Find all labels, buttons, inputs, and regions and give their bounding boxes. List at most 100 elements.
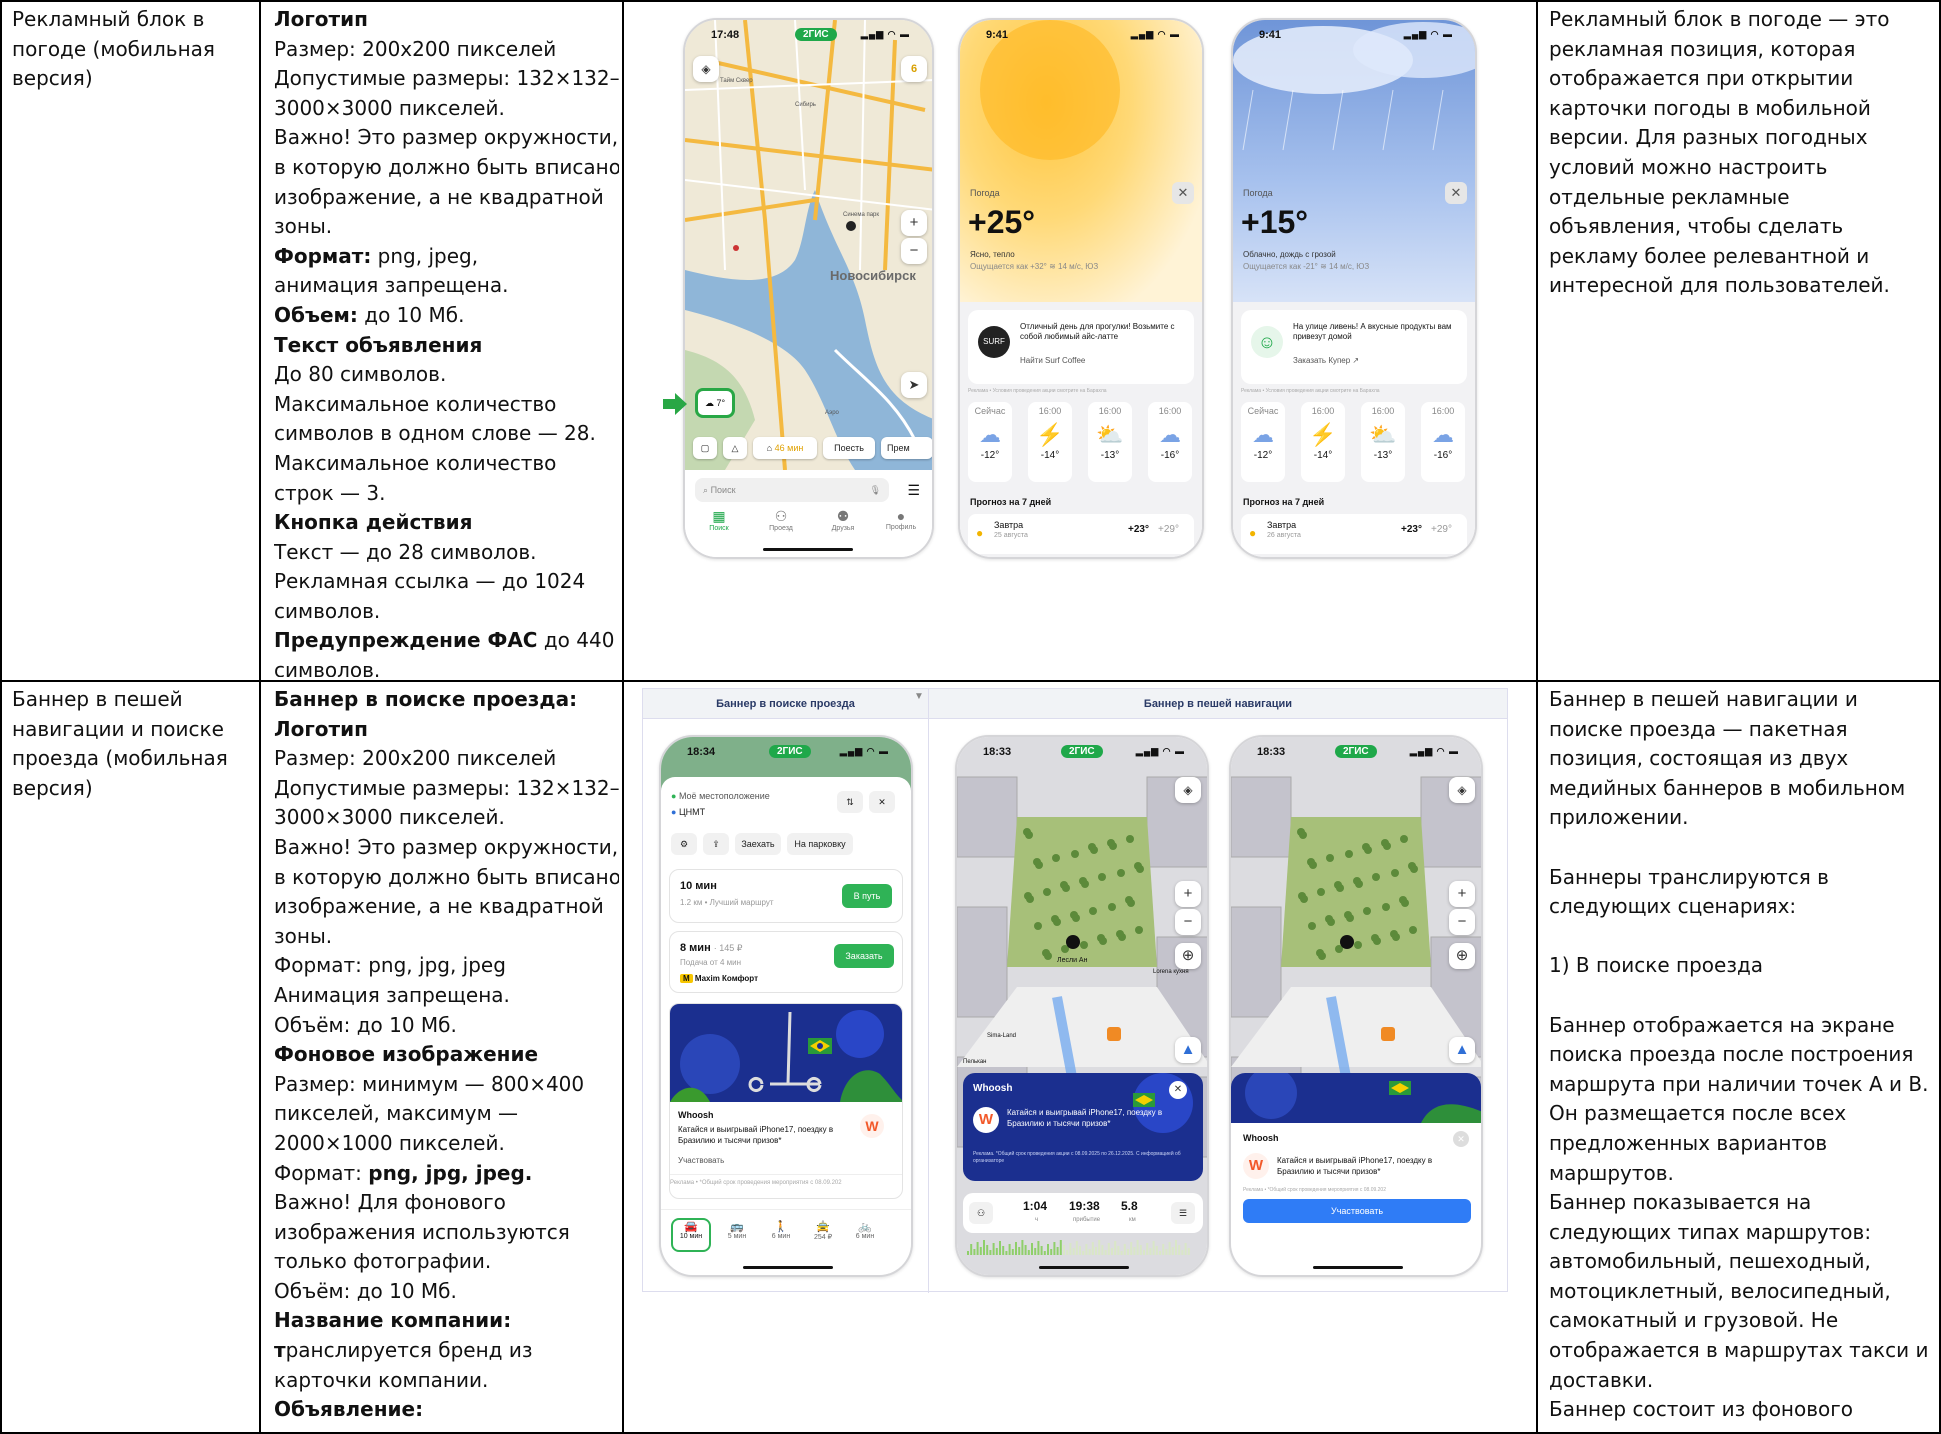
weather-ad-card[interactable]: ☺ На улице ливень! А вкусные продукты вам…	[1241, 310, 1467, 384]
zoom-in-button[interactable]: +	[1449, 881, 1475, 907]
mode-taxi[interactable]: 🚖 254 ₽	[803, 1220, 843, 1241]
weather-chip[interactable]: ☁ 7°	[695, 388, 735, 418]
close-icon[interactable]: ✕	[1169, 1081, 1187, 1099]
requirement-text: До 80 символов.	[274, 362, 447, 387]
target-icon[interactable]: ⊕	[1449, 943, 1475, 969]
weather-body: ☺ На улице ливень! А вкусные продукты вам…	[1233, 302, 1475, 557]
parking-chip[interactable]: На парковку	[787, 833, 853, 855]
zoom-out-button[interactable]: −	[901, 238, 927, 264]
row2-desc-line: Баннер отображается на экране	[1549, 1012, 1895, 1037]
route-ad-banner[interactable]: Whoosh Катайся и выигрывай iPhone17, пое…	[669, 1003, 903, 1199]
status-bar: 18:33 2ГИС ▂▄▆ ◠ ▬	[957, 737, 1207, 763]
tab-search[interactable]: ▦ Поиск	[699, 508, 739, 532]
zoom-out-button[interactable]: −	[1175, 909, 1201, 935]
menu-icon[interactable]: ☰	[907, 482, 920, 499]
more-chip[interactable]: Прем	[881, 437, 932, 459]
mode-car[interactable]: 🚘 10 мин	[671, 1218, 711, 1252]
compass-icon[interactable]: ▲	[1175, 1037, 1201, 1063]
ad-action-link[interactable]: Участвовать	[678, 1156, 724, 1165]
signal-icon: ▂▄▆ ◠ ▬	[1130, 29, 1180, 39]
tab-profile[interactable]: ● Профиль	[881, 508, 921, 531]
requirement-text: Размер: 200х200 пикселей	[274, 746, 557, 771]
ad-action-link[interactable]: Заказать Купер ↗	[1293, 356, 1359, 365]
row2-desc-line: поиске проезда — пакетная	[1549, 716, 1848, 741]
col-divider-3	[1536, 0, 1538, 1434]
share-icon[interactable]: ⇪	[703, 833, 729, 855]
requirement-text: Рекламная ссылка — до 1024	[274, 569, 586, 594]
compass-icon[interactable]: ▲	[1449, 1037, 1475, 1063]
events-badge[interactable]: 6	[901, 56, 927, 82]
requirement-line: Логотип	[274, 5, 619, 35]
order-button[interactable]: Заказать	[834, 944, 894, 968]
mic-icon[interactable]: 🎙	[870, 478, 881, 502]
target-icon[interactable]: ⊕	[1175, 943, 1201, 969]
requirement-text: карточки компании.	[274, 1367, 489, 1392]
settings-icon[interactable]: ⚙	[671, 833, 697, 855]
route-icon[interactable]: ⚇	[969, 1202, 993, 1224]
nav-banner-panel: Баннер в поиске проезда Баннер в пешей н…	[642, 688, 1508, 1293]
eat-chip[interactable]: Поесть	[823, 437, 875, 459]
bookmark-icon[interactable]: ▢	[693, 437, 717, 459]
ad-background-image	[670, 1004, 902, 1102]
layers-icon[interactable]: ◈	[1175, 777, 1201, 803]
map-poi-label: Аэро	[825, 410, 839, 416]
nav-ad-banner[interactable]: Whoosh ✕ W Катайся и выигрывай iPhone17, по…	[963, 1073, 1203, 1181]
navigation-icon[interactable]: △	[723, 437, 747, 459]
requirement-line: Размер: 200х200 пикселей	[274, 744, 619, 774]
close-icon[interactable]: ✕	[1172, 182, 1194, 204]
forecast-row-tomorrow[interactable]: ● Завтра 25 августа +23° +29°	[968, 514, 1194, 554]
hourly-forecast-item: 16:00 ☁ -16°	[1421, 402, 1465, 482]
close-icon[interactable]: ✕	[869, 791, 895, 813]
home-route-chip[interactable]: ⌂ 46 мин	[753, 437, 817, 459]
requirement-text: символов.	[274, 598, 381, 623]
walk-nav-ad-screenshot: 18:33 2ГИС ▂▄▆ ◠ ▬ ◈ + − ⊕ ▲ Лесли Ан Lorena кухн…	[955, 735, 1209, 1277]
forecast-row-tomorrow[interactable]: ● Завтра 26 августа +23° +29°	[1241, 514, 1467, 554]
layers-icon[interactable]: ◈	[693, 56, 719, 82]
zoom-out-button[interactable]: −	[1449, 909, 1475, 935]
option-price: · 145 ₽	[713, 943, 743, 953]
requirement-line: Логотип	[274, 715, 619, 745]
phone-map-screenshot: Новосибирск Тайм Сквер Сибирь Синема пар…	[683, 18, 934, 559]
route-option-car[interactable]: 10 мин 1.2 км • Лучший маршрут В путь	[669, 869, 903, 923]
swap-icon[interactable]: ⇅	[837, 791, 863, 813]
status-bar: 17:48 2ГИС ▂▄▆ ◠ ▬	[685, 20, 932, 46]
requirement-text: Размер: минимум — 800×400	[274, 1071, 585, 1096]
zoom-in-button[interactable]: +	[1175, 881, 1201, 907]
route-to[interactable]: ● ЦНМТ	[671, 807, 705, 817]
hour-label: 16:00	[1431, 406, 1455, 416]
zoom-in-button[interactable]: +	[901, 210, 927, 236]
go-button[interactable]: В путь	[842, 884, 892, 908]
brand-pill: 2ГИС	[795, 28, 837, 41]
requirement-text: Текст — до 28 символов.	[274, 539, 537, 564]
tab-label: Проезд	[769, 525, 793, 532]
requirement-text: Важно! Для фонового	[274, 1190, 506, 1215]
close-icon[interactable]: ✕	[1445, 182, 1467, 204]
map-poi-label: Lorena кухня	[1153, 969, 1189, 975]
layers-icon[interactable]: ◈	[1449, 777, 1475, 803]
close-icon[interactable]: ✕	[1453, 1131, 1469, 1147]
weather-ad-card[interactable]: SURF Отличный день для прогулки! Возьмите…	[968, 310, 1194, 384]
route-option-taxi[interactable]: 8 мин · 145 ₽ Подача от 4 мин M Maxim Ко…	[669, 931, 903, 993]
requirement-text: Объём: до 10 Мб.	[274, 1278, 457, 1303]
hourly-forecast-item: 16:00 ⚡ -14°	[1028, 402, 1072, 482]
kuper-logo: ☺	[1251, 326, 1283, 358]
taxi-logo-icon: M	[680, 974, 693, 983]
stopover-chip[interactable]: Заехать	[735, 833, 781, 855]
location-arrow-icon[interactable]: ➤	[901, 372, 927, 398]
mode-bike[interactable]: 🚲 6 мин	[845, 1220, 885, 1240]
requirement-text: Важно! Это размер окружности,	[274, 834, 619, 859]
route-from[interactable]: ● Моё местоположение	[671, 791, 770, 801]
participate-button[interactable]: Участвовать	[1243, 1199, 1471, 1223]
menu-icon[interactable]: ☰	[1171, 1202, 1195, 1224]
search-input[interactable]: ⌕ Поиск 🎙	[695, 478, 889, 502]
mode-walk[interactable]: 🚶 6 мин	[761, 1220, 801, 1240]
ad-action-link[interactable]: Найти Surf Coffee	[1020, 356, 1085, 365]
mode-bus[interactable]: 🚌 5 мин	[717, 1220, 757, 1240]
tab-friends[interactable]: ⚉ Друзья	[823, 508, 863, 532]
requirement-text: изображения используются	[274, 1219, 570, 1244]
status-time: 9:41	[986, 29, 1009, 41]
nav-ad-sheet[interactable]: Whoosh ✕ W Катайся и выигрывай iPhone17, по…	[1231, 1073, 1481, 1275]
row1-desc-line: отдельные рекламные	[1549, 184, 1790, 209]
bottom-sheet: ⌕ Поиск 🎙 ☰ ▦ Поиск ⚇ Проезд ⚉ Друзья ● Проф…	[685, 472, 932, 557]
tab-route[interactable]: ⚇ Проезд	[761, 508, 801, 532]
